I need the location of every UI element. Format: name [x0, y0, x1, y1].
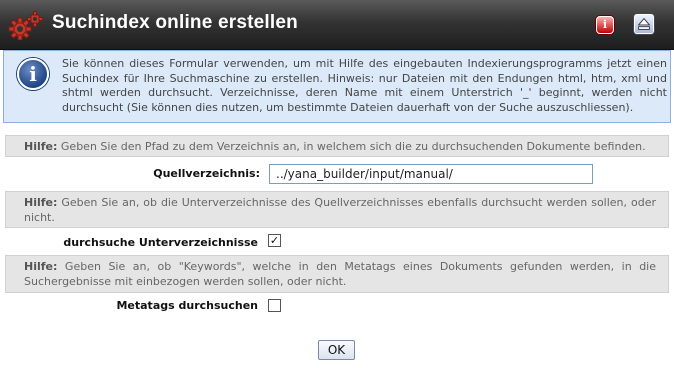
help-metatags: Hilfe: Geben Sie an, ob "Keywords", welc…: [5, 255, 669, 293]
title-bar: Suchindex online erstellen i: [0, 0, 674, 50]
help-subdirs: Hilfe: Geben Sie an, ob die Unterverzeic…: [5, 191, 669, 228]
gears-icon: [8, 11, 43, 40]
help-text: Geben Sie den Pfad zu dem Verzeichnis an…: [60, 140, 646, 153]
source-dir-input[interactable]: [269, 164, 593, 184]
source-dir-label: Quellverzeichnis:: [153, 167, 260, 180]
help-text: Geben Sie an, ob "Keywords", welche in d…: [24, 260, 656, 288]
help-prefix: Hilfe:: [24, 260, 58, 273]
subdirs-label: durchsuche Unterverzeichnisse: [63, 236, 258, 249]
checkmark-icon: ✓: [269, 234, 280, 247]
notice-text: Sie können dieses Formular verwenden, um…: [62, 57, 667, 114]
eject-up-icon[interactable]: [634, 14, 654, 34]
info-icon[interactable]: i: [596, 16, 614, 34]
help-prefix: Hilfe:: [24, 196, 58, 209]
page-title: Suchindex online erstellen: [52, 12, 298, 33]
info-notice: i Sie können dieses Formular verwenden, …: [3, 50, 671, 123]
info-circle-icon: i: [17, 58, 49, 90]
help-source-dir: Hilfe: Geben Sie den Pfad zu dem Verzeic…: [5, 135, 669, 157]
help-text: Geben Sie an, ob die Unterverzeichnisse …: [24, 196, 656, 224]
help-prefix: Hilfe:: [24, 140, 58, 153]
ok-button[interactable]: OK: [318, 340, 355, 360]
metatags-label: Metatags durchsuchen: [116, 299, 258, 312]
subdirs-checkbox[interactable]: ✓: [268, 234, 281, 247]
metatags-checkbox[interactable]: [268, 299, 281, 312]
